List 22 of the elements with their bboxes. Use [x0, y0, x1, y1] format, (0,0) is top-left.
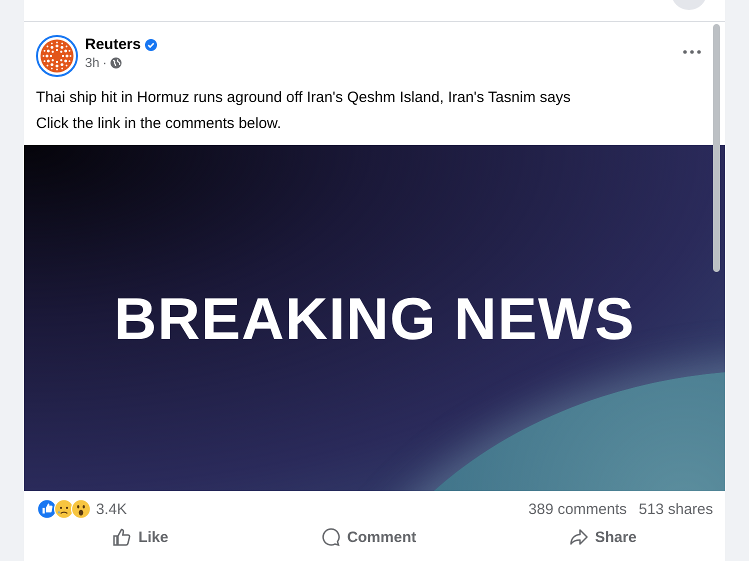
post-subtext: Click the link in the comments below.	[35, 114, 282, 134]
separator-dot: ·	[102, 55, 107, 70]
share-count[interactable]: 513 shares	[638, 500, 713, 518]
share-arrow-icon	[568, 527, 589, 547]
comment-count[interactable]: 389 comments	[528, 500, 627, 518]
share-button[interactable]: Share	[538, 524, 667, 550]
sad-reaction-icon[interactable]	[54, 499, 74, 519]
wow-reaction-icon[interactable]	[71, 499, 91, 519]
like-reaction-icon[interactable]	[37, 499, 57, 519]
reaction-count[interactable]: 3.4K	[96, 500, 127, 518]
news-graphic[interactable]: BREAKING NEWS	[24, 145, 725, 491]
like-button[interactable]: Like	[82, 524, 198, 550]
post-time[interactable]: 3h	[85, 55, 100, 70]
speech-bubble-icon	[321, 527, 342, 547]
thumbs-up-icon	[112, 527, 132, 547]
avatar-logo-icon[interactable]	[36, 35, 78, 77]
scrollbar-thumb[interactable]	[713, 24, 720, 272]
author-name[interactable]: Reuters	[85, 36, 141, 53]
image-headline: BREAKING NEWS	[114, 285, 636, 353]
post-text: Thai ship hit in Hormuz runs aground off Iran's Qeshm Island, Iran's Tasnim says	[35, 88, 572, 108]
globe-icon	[110, 56, 122, 68]
comment-button[interactable]: Comment	[291, 524, 446, 550]
